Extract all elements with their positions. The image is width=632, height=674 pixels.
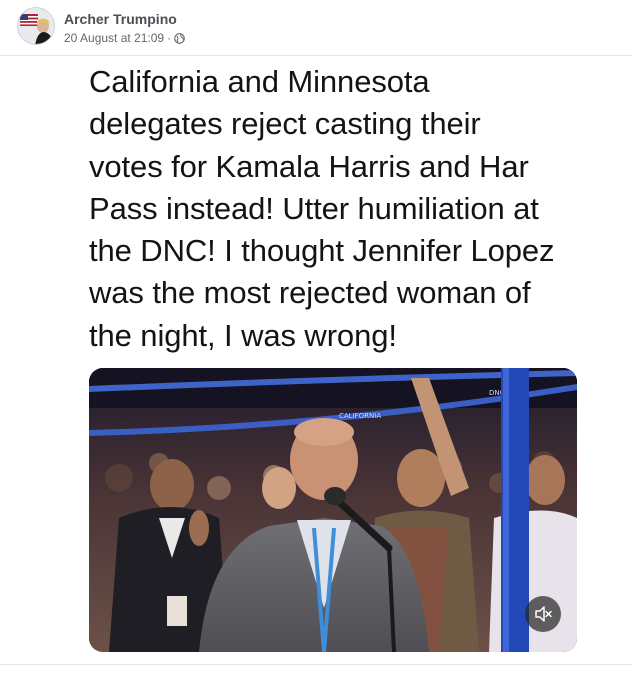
post-header: Archer Trumpino 20 August at 21:09 ·: [0, 0, 632, 56]
banner-text: CALIFORNIA: [339, 412, 381, 420]
globe-icon: [174, 32, 185, 44]
author-name[interactable]: Archer Trumpino: [64, 11, 177, 27]
video-frame: CALIFORNIA DNC 2024: [89, 368, 577, 652]
post-text-line: votes for Kamala Harris and Har: [89, 148, 529, 184]
post-text-line: the night, I was wrong!: [89, 317, 397, 353]
post-text-line: delegates reject casting their: [89, 106, 481, 142]
post-text-line: the DNC! I thought Jennifer Lopez: [89, 233, 555, 269]
meta-separator: ·: [167, 31, 172, 45]
post-text-line: Pass instead! Utter humiliation at: [89, 190, 539, 226]
post-divider: [0, 664, 632, 665]
post-meta: 20 August at 21:09 ·: [64, 31, 185, 45]
mute-button[interactable]: [525, 596, 561, 632]
post-text-line: was the most rejected woman of: [89, 275, 531, 311]
avatar-image: [18, 8, 54, 44]
speaker-muted-icon: [535, 606, 552, 622]
post-text: California and Minnesota delegates rejec…: [89, 61, 589, 357]
post-text-line: California and Minnesota: [89, 64, 430, 99]
post-timestamp[interactable]: 20 August at 21:09: [64, 31, 164, 45]
author-avatar[interactable]: [17, 7, 55, 45]
video-player[interactable]: CALIFORNIA DNC 2024: [89, 368, 577, 652]
